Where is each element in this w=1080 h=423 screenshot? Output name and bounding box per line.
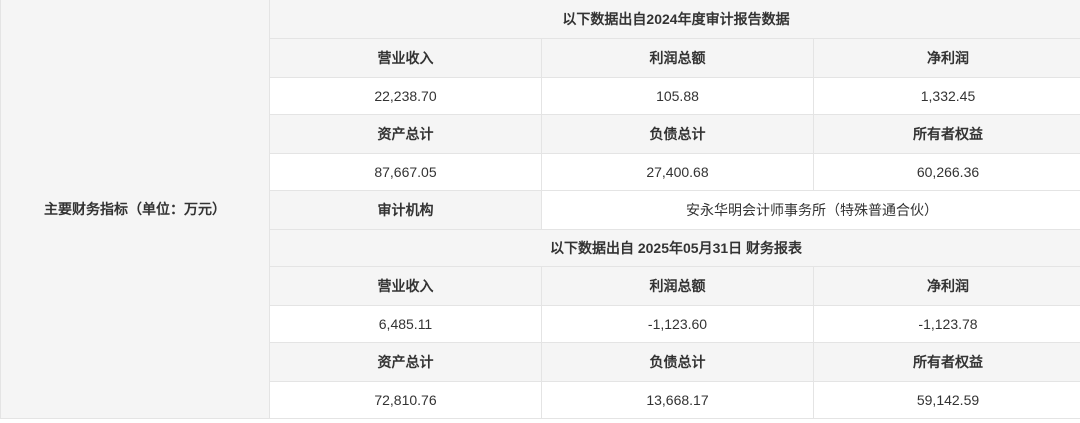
value-total-profit: 105.88 xyxy=(541,77,814,115)
value-revenue: 6,485.11 xyxy=(269,305,542,343)
audit-value: 安永华明会计师事务所（特殊普通合伙） xyxy=(540,190,1080,230)
value-total-assets: 87,667.05 xyxy=(269,153,542,191)
section1-title-row: 主要财务指标（单位：万元） 以下数据出自2024年度审计报告数据 xyxy=(0,0,1080,419)
header-total-assets: 资产总计 xyxy=(269,114,542,154)
section2-title: 以下数据出自 2025年05月31日 财务报表 xyxy=(268,229,1080,267)
header-owners-equity: 所有者权益 xyxy=(812,342,1080,382)
header-total-liabilities: 负债总计 xyxy=(541,114,814,154)
value-owners-equity: 60,266.36 xyxy=(812,153,1080,191)
value-owners-equity: 59,142.59 xyxy=(812,381,1080,419)
header-net-profit: 净利润 xyxy=(812,266,1080,306)
header-total-profit: 利润总额 xyxy=(541,38,814,78)
value-net-profit: -1,123.78 xyxy=(812,305,1080,343)
header-revenue: 营业收入 xyxy=(269,38,542,78)
header-revenue: 营业收入 xyxy=(269,266,542,306)
value-total-liabilities: 27,400.68 xyxy=(541,153,814,191)
header-net-profit: 净利润 xyxy=(812,38,1080,78)
value-total-profit: -1,123.60 xyxy=(541,305,814,343)
header-total-assets: 资产总计 xyxy=(269,342,542,382)
header-total-liabilities: 负债总计 xyxy=(541,342,814,382)
value-revenue: 22,238.70 xyxy=(269,77,542,115)
header-total-profit: 利润总额 xyxy=(541,266,814,306)
audit-label: 审计机构 xyxy=(269,190,542,230)
value-net-profit: 1,332.45 xyxy=(812,77,1080,115)
header-owners-equity: 所有者权益 xyxy=(812,114,1080,154)
value-total-liabilities: 13,668.17 xyxy=(541,381,814,419)
section1-title: 以下数据出自2024年度审计报告数据 xyxy=(268,0,1080,39)
value-total-assets: 72,810.76 xyxy=(269,381,542,419)
financial-indicators-table: 主要财务指标（单位：万元） 以下数据出自2024年度审计报告数据 营业收入 利润… xyxy=(0,0,1080,419)
main-indicator-label: 主要财务指标（单位：万元） xyxy=(0,0,270,419)
